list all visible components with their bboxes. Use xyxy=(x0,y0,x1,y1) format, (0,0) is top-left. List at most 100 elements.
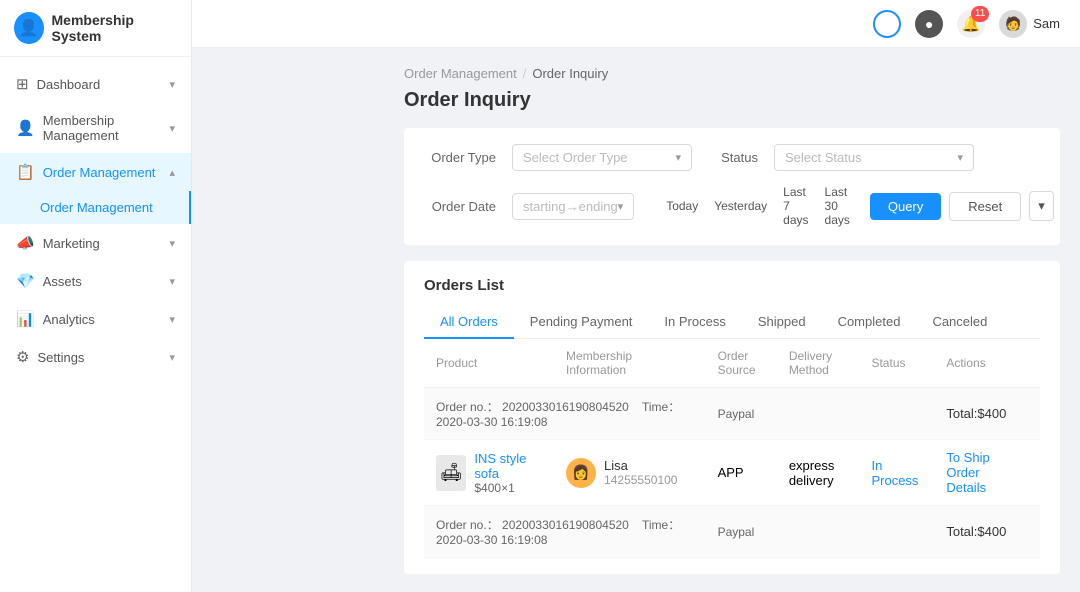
membership-label: Membership Management xyxy=(43,113,170,143)
product-name[interactable]: INS style sofa xyxy=(474,451,542,481)
order-icon: 📋 xyxy=(16,163,35,181)
col-delivery: Delivery Method xyxy=(777,339,860,388)
sidebar-sub-order-management[interactable]: Order Management xyxy=(0,191,191,224)
order-meta-empty3 xyxy=(777,506,860,558)
order-meta-no: Order no.： 2020033016190804520 Time： 202… xyxy=(424,388,706,440)
order-status: In Process xyxy=(859,440,934,506)
tab-shipped[interactable]: Shipped xyxy=(742,306,822,339)
order-details-button[interactable]: Order Details xyxy=(946,465,986,495)
page-title: Order Inquiry xyxy=(404,89,1060,112)
order-meta-empty1 xyxy=(777,388,860,440)
col-membership: Membership Information xyxy=(554,339,706,388)
filter-card: Order Type Select Order Type ▾ Status Se… xyxy=(404,128,1060,245)
chevron-up-icon: ▴ xyxy=(169,166,175,179)
main-content: Order Management / Order Inquiry Order I… xyxy=(384,48,1080,592)
chevron-down-icon: ▾ xyxy=(169,313,175,326)
quick-30days[interactable]: Last 30 days xyxy=(821,183,854,229)
order-meta-empty4 xyxy=(859,506,934,558)
status-placeholder: Select Status xyxy=(785,150,862,165)
chevron-down-icon: ▾ xyxy=(169,122,175,135)
sidebar-item-marketing[interactable]: 📣 Marketing ▾ xyxy=(0,224,191,262)
member-phone: 14255550100 xyxy=(604,473,677,487)
col-source: Order Source xyxy=(706,339,777,388)
order-meta-total: Total:$400 xyxy=(934,388,1040,440)
col-status: Status xyxy=(859,339,934,388)
chevron-down-icon: ▾ xyxy=(169,78,175,91)
topbar-circle-icon[interactable] xyxy=(873,10,901,38)
sidebar-item-settings[interactable]: ⚙ Settings ▾ xyxy=(0,338,191,376)
tab-in-process[interactable]: In Process xyxy=(648,306,741,339)
time-value: 2020-03-30 16:19:08 xyxy=(436,415,547,429)
sidebar-item-assets[interactable]: 💎 Assets ▾ xyxy=(0,262,191,300)
filter-row-1: Order Type Select Order Type ▾ Status Se… xyxy=(424,144,1040,171)
table-row: 🛋 INS style sofa $400×1 👩 xyxy=(424,440,1040,506)
table-row: Order no.： 2020033016190804520 Time： 202… xyxy=(424,388,1040,440)
sidebar-nav: ⊞ Dashboard ▾ 👤 Membership Management ▾ … xyxy=(0,57,191,592)
membership-icon: 👤 xyxy=(16,119,35,137)
quick-today[interactable]: Today xyxy=(662,197,702,215)
order-type-placeholder: Select Order Type xyxy=(523,150,628,165)
sidebar-item-order[interactable]: 📋 Order Management ▴ xyxy=(0,153,191,191)
member-name[interactable]: Lisa xyxy=(604,458,677,473)
order-meta-source: Paypal xyxy=(706,388,777,440)
filter-actions: Query Reset ▾ xyxy=(870,191,1054,221)
date-placeholder: starting→ending xyxy=(523,199,618,214)
to-ship-button[interactable]: To Ship xyxy=(946,450,989,465)
dashboard-icon: ⊞ xyxy=(16,75,29,93)
sidebar-item-membership[interactable]: 👤 Membership Management ▾ xyxy=(0,103,191,153)
col-actions: Actions xyxy=(934,339,1040,388)
date-range-input[interactable]: starting→ending ▾ xyxy=(512,193,634,220)
order-type-select[interactable]: Select Order Type ▾ xyxy=(512,144,692,171)
quick-7days[interactable]: Last 7 days xyxy=(779,183,812,229)
order-management-label: Order Management xyxy=(40,200,153,215)
order-meta-source2: Paypal xyxy=(706,506,777,558)
orders-table: Product Membership Information Order Sou… xyxy=(424,339,1040,558)
total-value: Total:$400 xyxy=(946,406,1006,421)
filter-row-2: Order Date starting→ending ▾ Today Yeste… xyxy=(424,183,1040,229)
user-avatar: 🧑 xyxy=(999,10,1027,38)
user-name: Sam xyxy=(1033,16,1060,31)
orders-tabs: All Orders Pending Payment In Process Sh… xyxy=(424,306,1040,339)
table-header-row: Product Membership Information Order Sou… xyxy=(424,339,1040,388)
sidebar-item-dashboard[interactable]: ⊞ Dashboard ▾ xyxy=(0,65,191,103)
order-no-value2: 2020033016190804520 xyxy=(502,518,629,532)
tab-canceled[interactable]: Canceled xyxy=(916,306,1003,339)
assets-label: Assets xyxy=(43,274,82,289)
quick-date-buttons: Today Yesterday Last 7 days Last 30 days xyxy=(662,183,854,229)
analytics-icon: 📊 xyxy=(16,310,35,328)
chevron-down-icon: ▾ xyxy=(169,351,175,364)
analytics-label: Analytics xyxy=(43,312,95,327)
expand-filter-button[interactable]: ▾ xyxy=(1029,191,1054,221)
member-info: Lisa 14255550100 xyxy=(604,458,677,487)
user-area[interactable]: 🧑 Sam xyxy=(999,10,1060,38)
notification-bell[interactable]: 🔔 11 xyxy=(957,10,985,38)
tab-all-orders[interactable]: All Orders xyxy=(424,306,514,339)
app-title: Membership System xyxy=(52,12,178,44)
breadcrumb-parent[interactable]: Order Management xyxy=(404,66,517,81)
calendar-icon: ▾ xyxy=(618,200,624,213)
time-label: Time： xyxy=(642,400,680,414)
orders-card: Orders List All Orders Pending Payment I… xyxy=(404,261,1060,574)
sidebar-item-analytics[interactable]: 📊 Analytics ▾ xyxy=(0,300,191,338)
select-arrow-icon: ▾ xyxy=(675,151,681,164)
product-info: INS style sofa $400×1 xyxy=(474,451,542,495)
total-value2: Total:$400 xyxy=(946,524,1006,539)
table-row: Order no.： 2020033016190804520 Time： 202… xyxy=(424,506,1040,558)
tab-pending-payment[interactable]: Pending Payment xyxy=(514,306,649,339)
quick-yesterday[interactable]: Yesterday xyxy=(710,197,771,215)
order-actions: To Ship Order Details xyxy=(934,440,1040,506)
assets-icon: 💎 xyxy=(16,272,35,290)
product-image: 🛋 xyxy=(436,455,466,491)
topbar-dark-circle[interactable]: ● xyxy=(915,10,943,38)
order-label: Order Management xyxy=(43,165,156,180)
settings-icon: ⚙ xyxy=(16,348,29,366)
product-price: $400×1 xyxy=(474,481,542,495)
tab-completed[interactable]: Completed xyxy=(822,306,917,339)
order-meta-no2: Order no.： 2020033016190804520 Time： 202… xyxy=(424,506,706,558)
order-meta-total2: Total:$400 xyxy=(934,506,1040,558)
breadcrumb: Order Management / Order Inquiry xyxy=(404,66,1060,81)
reset-button[interactable]: Reset xyxy=(949,192,1021,221)
member-avatar: 👩 xyxy=(566,458,596,488)
query-button[interactable]: Query xyxy=(870,193,941,220)
status-select[interactable]: Select Status ▾ xyxy=(774,144,974,171)
